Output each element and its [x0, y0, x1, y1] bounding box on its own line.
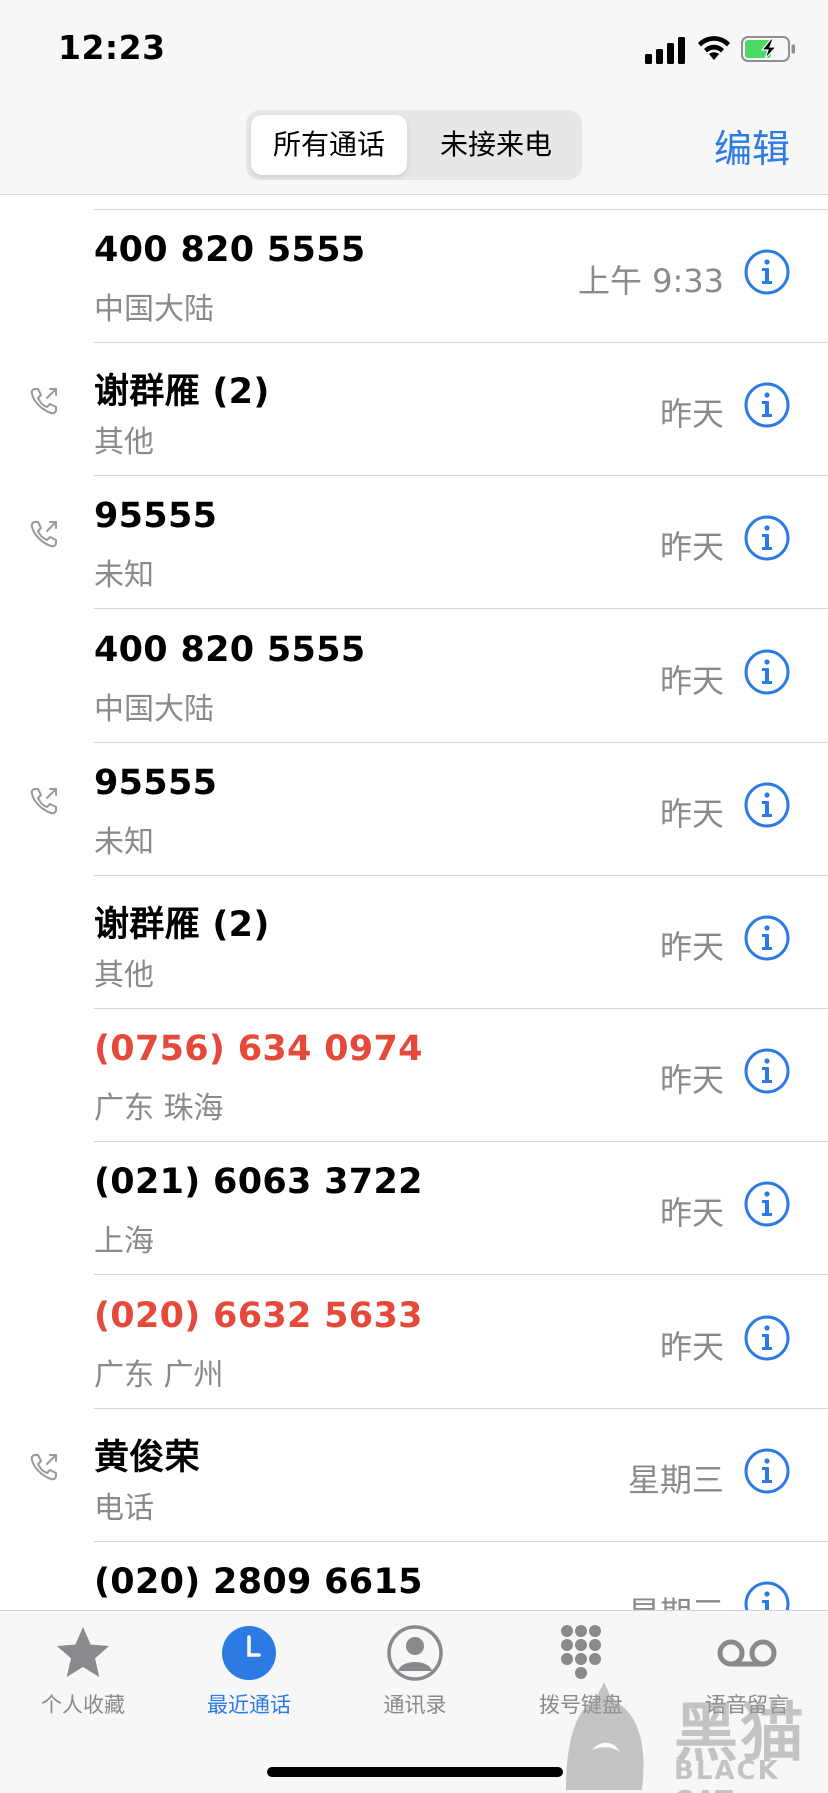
call-time: 昨天: [659, 1327, 724, 1366]
star-icon: [57, 1627, 109, 1677]
call-name: 400 820 5555: [94, 230, 366, 270]
call-subtitle: 未知: [94, 824, 154, 860]
call-row[interactable]: (020) 2809 6615 星期三: [0, 1542, 828, 1610]
call-name: 黄俊荣: [94, 1437, 200, 1478]
call-name: (020) 2809 6615: [94, 1562, 423, 1602]
call-row[interactable]: 400 820 5555 中国大陆 昨天: [0, 610, 828, 743]
call-time: 星期三: [627, 1460, 724, 1499]
recents-list[interactable]: 400 820 5555 中国大陆 上午 9:33 谢群雁 (2) 其他 昨天 95555 未…: [0, 195, 828, 1610]
cellular-signal-icon: [645, 37, 685, 64]
call-row[interactable]: 95555 未知 昨天: [0, 476, 828, 610]
status-bar: 12:23: [0, 0, 828, 96]
tab-contacts-label: 通讯录: [383, 1693, 447, 1717]
call-filter-segmented-control: 所有通话 未接来电: [246, 110, 582, 180]
call-time: 昨天: [659, 395, 724, 434]
edit-button[interactable]: 编辑: [714, 118, 790, 173]
segment-missed-calls[interactable]: 未接来电: [416, 115, 576, 175]
call-time: 昨天: [659, 928, 724, 966]
tab-contacts[interactable]: 通讯录: [332, 1621, 498, 1721]
tab-recents-label: 最近通话: [207, 1693, 291, 1717]
tab-favorites[interactable]: 个人收藏: [0, 1621, 166, 1721]
call-row[interactable]: (021) 6063 3722 上海 昨天: [0, 1142, 828, 1276]
clock-icon: [222, 1626, 276, 1680]
call-subtitle: 其他: [94, 958, 154, 993]
call-row[interactable]: 谢群雁 (2) 其他 昨天: [0, 343, 828, 477]
call-row[interactable]: (020) 6632 5633 广东 广州 昨天: [0, 1276, 828, 1409]
info-icon[interactable]: [743, 914, 791, 962]
info-icon[interactable]: [743, 381, 791, 429]
wifi-icon: [698, 36, 730, 60]
info-icon[interactable]: [743, 781, 791, 829]
call-subtitle: 广东 广州: [94, 1357, 224, 1393]
outgoing-call-icon: [30, 787, 57, 815]
outgoing-call-icon: [30, 1453, 57, 1481]
call-subtitle: 其他: [94, 425, 154, 461]
call-name: 95555: [94, 762, 218, 803]
segment-all-calls[interactable]: 所有通话: [251, 115, 407, 175]
info-icon[interactable]: [743, 514, 791, 562]
call-name: (0756) 634 0974: [94, 1029, 423, 1070]
call-name: 400 820 5555: [94, 629, 366, 670]
call-name: 谢群雁 (2): [94, 905, 270, 945]
call-time: 昨天: [659, 661, 724, 700]
call-subtitle: 广东 珠海: [94, 1091, 224, 1127]
tab-recents[interactable]: 最近通话: [166, 1621, 332, 1721]
blackcat-watermark: 黑猫 BLACK CAT: [556, 1680, 828, 1793]
info-icon[interactable]: [743, 1180, 791, 1228]
call-name: 谢群雁 (2): [94, 372, 270, 413]
call-time: 昨天: [659, 1061, 724, 1100]
cat-logo-icon: [566, 1682, 644, 1790]
watermark-subtitle: BLACK CAT: [674, 1756, 780, 1793]
info-icon[interactable]: [743, 1047, 791, 1095]
info-icon[interactable]: [743, 1314, 791, 1362]
person-circle-icon: [387, 1625, 443, 1681]
home-indicator[interactable]: [267, 1767, 563, 1777]
call-subtitle: 未知: [94, 558, 154, 594]
call-name: (021) 6063 3722: [94, 1162, 423, 1203]
call-time: 星期三: [628, 1588, 724, 1610]
phone-recents-screen: 12:23 所有通话 未接来电 编辑 400 820 5555 中国大陆 上午 9:: [0, 0, 828, 1793]
call-row[interactable]: 黄俊荣电话 星期三: [0, 1409, 828, 1542]
info-icon[interactable]: [743, 1580, 791, 1610]
call-time: 昨天: [659, 794, 724, 833]
call-time: 昨天: [659, 528, 724, 567]
nav-bar: 所有通话 未接来电 编辑: [0, 96, 828, 195]
battery-charging-icon: [741, 36, 795, 62]
keypad-icon: [561, 1625, 601, 1679]
call-name: 95555: [94, 496, 218, 537]
call-row[interactable]: 95555 未知 昨天: [0, 743, 828, 876]
call-row[interactable]: 谢群雁 (2) 其他 昨天: [0, 876, 828, 1009]
voicemail-icon: [717, 1639, 777, 1667]
info-icon[interactable]: [743, 248, 791, 296]
call-subtitle: 上海: [94, 1224, 154, 1260]
status-time: 12:23: [58, 28, 166, 67]
call-row[interactable]: 400 820 5555 中国大陆 上午 9:33: [0, 210, 828, 343]
call-row[interactable]: (0756) 634 0974 广东 珠海 昨天: [0, 1009, 828, 1143]
call-subtitle: 电话: [94, 1490, 154, 1526]
call-time: 上午 9:33: [577, 262, 724, 300]
info-icon[interactable]: [743, 1447, 791, 1495]
call-name: (020) 6632 5633: [94, 1295, 423, 1336]
call-subtitle: 中国大陆: [94, 691, 214, 727]
info-icon[interactable]: [743, 648, 791, 696]
outgoing-call-icon: [30, 521, 57, 548]
tab-favorites-label: 个人收藏: [41, 1693, 125, 1717]
call-subtitle: 中国大陆: [94, 292, 214, 327]
outgoing-call-icon: [30, 388, 57, 415]
call-time: 昨天: [659, 1194, 724, 1233]
